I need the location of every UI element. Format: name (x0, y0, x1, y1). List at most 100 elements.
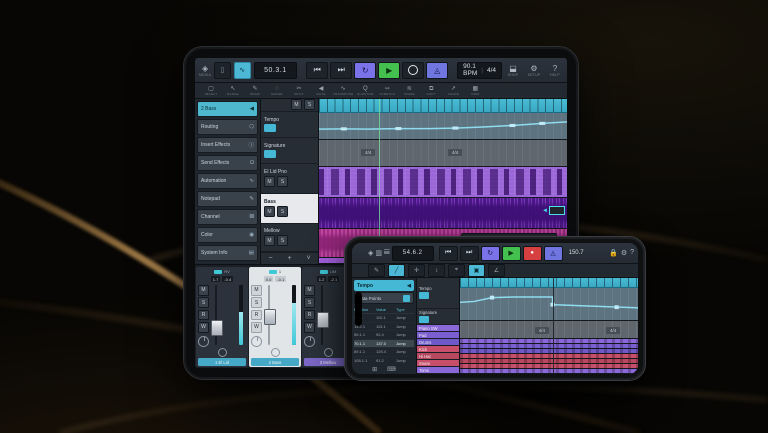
track-row[interactable]: Piano SW (417, 325, 459, 332)
cycle-button[interactable]: ↻ (481, 246, 500, 261)
automation-read-button[interactable]: R (198, 310, 209, 321)
data-point-row[interactable]: 105.1.1 91.2 Jump (354, 357, 414, 365)
track-row[interactable]: Signature (417, 309, 459, 325)
record-arm-button[interactable] (271, 348, 280, 357)
automation-read-button[interactable]: R (304, 310, 315, 321)
tool-button[interactable]: ⌖ (448, 264, 465, 277)
track-row[interactable]: Signature (261, 138, 318, 164)
track-row[interactable]: Mellow M S (261, 224, 318, 252)
position-display[interactable]: 54.6.2 (392, 246, 434, 261)
tool-button[interactable]: ✎ (368, 264, 385, 277)
tempo-display[interactable]: 150.7 (569, 250, 584, 256)
pan-knob[interactable] (198, 336, 209, 347)
arrange-view-toggle[interactable]: ∿ (234, 62, 251, 79)
inspector-item[interactable]: Automation ∿ (197, 173, 258, 189)
midi-clip-lane[interactable] (319, 167, 567, 198)
mixer-channel-strip[interactable]: 1 0.0 -0.1 M S R W (249, 267, 301, 367)
tool-button[interactable]: ╱ (388, 264, 405, 277)
inspector-item[interactable]: Insert Effects Ⓘ (197, 137, 258, 153)
track-row[interactable]: Toms (417, 367, 459, 374)
track-row[interactable]: Pad (417, 332, 459, 339)
channel-solo-button[interactable]: S (251, 297, 262, 308)
tool-button[interactable]: ⇿ STRETCH (377, 84, 397, 97)
record-arm-button[interactable] (324, 348, 333, 357)
add-track-button[interactable]: + (287, 255, 291, 262)
bass-audio-lane[interactable]: ◄ (319, 198, 567, 229)
tool-button[interactable]: ↖ RANGE (223, 84, 243, 97)
mixer-icon[interactable]: 𝄙 (384, 249, 390, 257)
tool-button[interactable]: Q QUANTIZE (355, 84, 375, 97)
gear-icon[interactable]: ⚙ (621, 249, 627, 257)
timeline-ruler[interactable] (319, 99, 567, 113)
cycle-button[interactable]: ↻ (354, 62, 376, 79)
automation-write-button[interactable]: W (304, 322, 315, 333)
tool-button[interactable]: ≋ XFADE (399, 84, 419, 97)
clip-end-marker[interactable]: ◄ (542, 206, 565, 215)
tool-button[interactable]: ◀ MUTE (311, 84, 331, 97)
track-mute-button[interactable]: M (264, 206, 275, 217)
track-row[interactable]: Hi Hat (417, 353, 459, 360)
track-mute-button[interactable]: M (264, 176, 275, 187)
setup-button[interactable]: ⚙SETUP (526, 62, 542, 78)
tool-button[interactable]: ▣ (468, 264, 485, 277)
lock-icon[interactable]: 🔒 (609, 249, 618, 257)
record-arm-button[interactable] (218, 348, 227, 357)
help-button[interactable]: ?HELP (547, 62, 563, 78)
pan-knob[interactable] (304, 336, 315, 347)
tool-button[interactable]: ✂ SPLIT (289, 84, 309, 97)
shop-button[interactable]: ⬓SHOP (505, 62, 521, 78)
keys-icon[interactable]: ▥ (375, 249, 382, 257)
track-value-chip[interactable] (419, 316, 429, 323)
automation-read-button[interactable]: R (251, 310, 262, 321)
data-point-row[interactable]: 70.1.1 137.0 Jump (354, 340, 414, 349)
channel-name-label[interactable]: 2 Bass (251, 358, 299, 366)
keys-view-toggle[interactable]: ▯ (214, 62, 231, 79)
media-button[interactable]: ◈ MEDIA (199, 62, 211, 78)
tool-button[interactable]: ▦ GRID (465, 84, 485, 97)
tool-button[interactable]: ∠ (488, 264, 505, 277)
data-point-row[interactable]: 1.1.1 110.1 Jump (354, 314, 414, 323)
playhead[interactable] (553, 278, 554, 374)
channel-mute-button[interactable]: M (304, 285, 315, 296)
track-row[interactable]: Snare (417, 360, 459, 367)
global-solo-button[interactable]: S (304, 99, 315, 110)
track-solo-button[interactable]: S (277, 235, 288, 246)
metronome-button[interactable]: ◬ (544, 246, 563, 261)
record-button[interactable] (402, 62, 424, 79)
automation-write-button[interactable]: W (198, 322, 209, 333)
signature-marker[interactable]: 4/4 (448, 149, 462, 156)
volume-fader[interactable] (211, 320, 223, 336)
iphone-timeline[interactable]: 4/44/4 (460, 278, 638, 374)
inspector-item[interactable]: System Info ▤ (197, 245, 258, 261)
signature-lane[interactable]: 4/4 4/4 (319, 140, 567, 167)
inspector-item[interactable]: Routing ⬡ (197, 119, 258, 135)
help-icon[interactable]: ? (630, 249, 634, 257)
tempo-display[interactable]: 90.1 BPM | 4/4 (457, 62, 502, 79)
rewind-button[interactable]: ⏮ (306, 62, 328, 79)
track-value-chip[interactable] (264, 124, 276, 132)
inspector-item[interactable]: Notepad ✎ (197, 191, 258, 207)
global-mute-button[interactable]: M (291, 99, 302, 110)
inspector-item[interactable]: 2 Bass ◀ (197, 101, 258, 117)
tool-button[interactable]: ✛ (408, 264, 425, 277)
track-row[interactable]: Bass M S (261, 194, 318, 224)
tool-button[interactable]: ◌ ERASE (267, 84, 287, 97)
tempo-automation-lane[interactable] (460, 288, 638, 321)
data-point-row[interactable]: 14.2.1 115.1 Jump (354, 323, 414, 332)
mixer-channel-strip[interactable]: RV 1.7 -0.4 M S R W (196, 267, 248, 367)
tempo-automation-lane[interactable] (319, 113, 567, 140)
track-row[interactable]: El Lid Pno M S (261, 164, 318, 194)
record-button[interactable]: ● (523, 246, 542, 261)
signature-lane[interactable]: 4/44/4 (460, 321, 638, 339)
channel-mute-button[interactable]: M (251, 285, 262, 296)
track-value-chip[interactable] (264, 150, 276, 158)
automation-write-button[interactable]: W (251, 322, 262, 333)
data-point-row[interactable]: 89.1.1 125.4 Jump (354, 348, 414, 357)
remove-track-button[interactable]: − (268, 255, 272, 262)
forward-button[interactable]: ⏭ (330, 62, 352, 79)
signature-marker[interactable]: 4/4 (361, 149, 375, 156)
timeline-ruler[interactable] (460, 278, 638, 288)
metronome-button[interactable]: ◬ (426, 62, 448, 79)
tool-button[interactable]: ↗ SHARE (443, 84, 463, 97)
position-display[interactable]: 50.3.1 (254, 62, 298, 79)
